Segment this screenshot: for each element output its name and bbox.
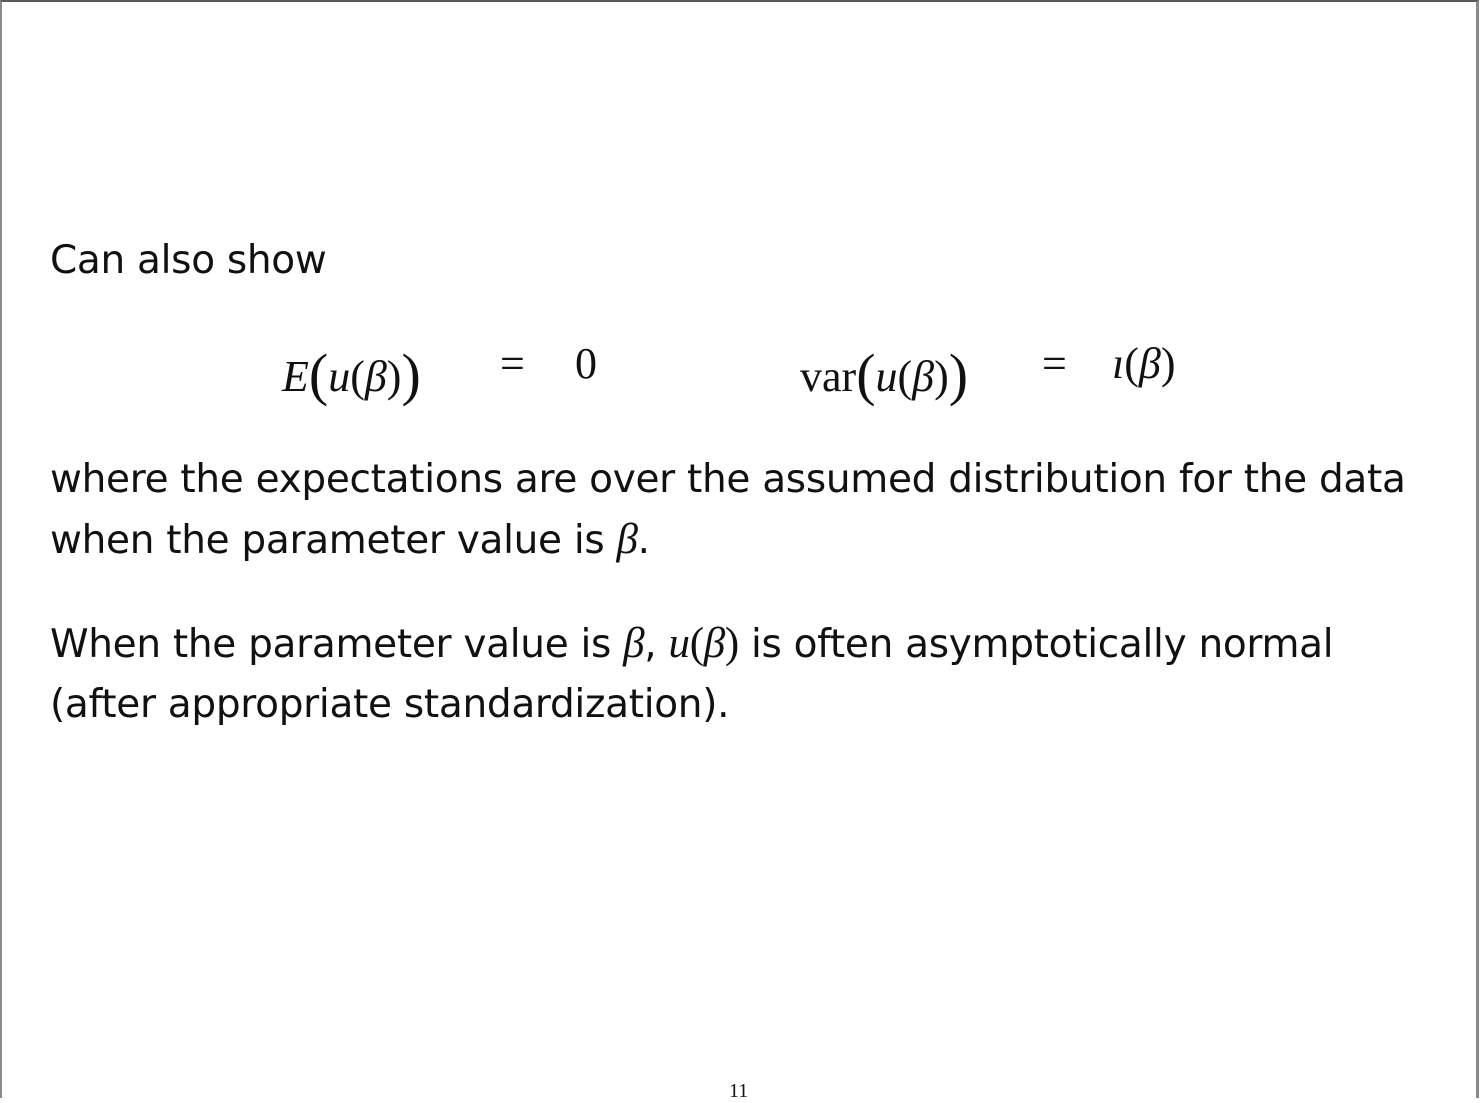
information-symbol: ı bbox=[1112, 339, 1125, 388]
paragraph-expectations: where the expectations are over the assu… bbox=[50, 450, 1450, 571]
equation-expectation-rhs: 0 bbox=[575, 339, 597, 388]
paragraph-asymptotic: When the parameter value is β, u(β) is o… bbox=[50, 614, 1450, 735]
equals-sign: = bbox=[500, 339, 525, 388]
equation-expectation-lhs: E(u(β)) bbox=[282, 342, 421, 407]
beta-symbol: β bbox=[623, 620, 645, 667]
page-number: 11 bbox=[729, 1080, 749, 1102]
equation-variance-rhs: ı(β) bbox=[1112, 339, 1176, 388]
equals-sign: = bbox=[1042, 339, 1067, 388]
equation-variance-lhs: var(u(β)) bbox=[800, 342, 969, 407]
beta-symbol: β bbox=[364, 352, 387, 401]
beta-symbol: β bbox=[1138, 339, 1161, 388]
expectation-operator: E bbox=[282, 352, 309, 401]
paragraph-line: (after appropriate standardization). bbox=[50, 682, 730, 727]
beta-symbol: β bbox=[912, 352, 935, 401]
score-function-symbol: u bbox=[875, 352, 898, 401]
score-function-symbol: u bbox=[328, 352, 351, 401]
intro-text: Can also show bbox=[50, 238, 327, 283]
beta-symbol: β bbox=[616, 516, 638, 563]
score-function-symbol: u bbox=[668, 620, 690, 667]
paragraph-line: When the parameter value is β, u(β) is o… bbox=[50, 620, 1334, 667]
slide-page: Can also show E(u(β)) = 0 var(u(β)) = ı(… bbox=[0, 0, 1479, 1102]
variance-operator: var bbox=[800, 352, 857, 401]
beta-symbol: β bbox=[703, 620, 725, 667]
paragraph-line: where the expectations are over the assu… bbox=[50, 457, 1406, 502]
paragraph-line: when the parameter value is β. bbox=[50, 516, 650, 563]
